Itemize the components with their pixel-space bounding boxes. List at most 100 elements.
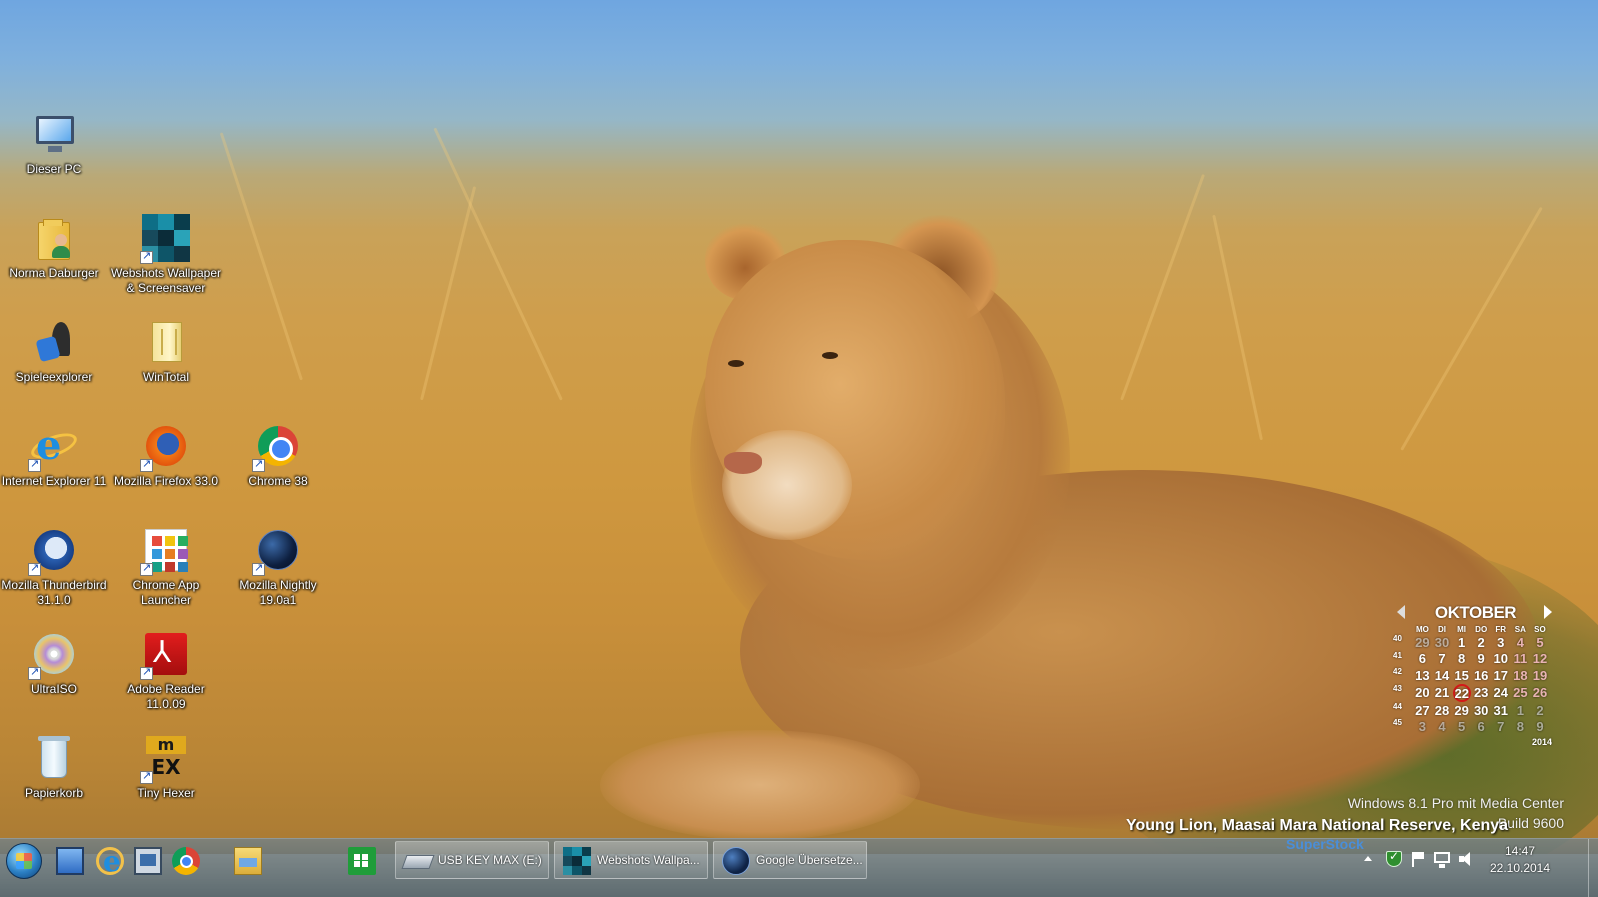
lion-eye [728, 360, 744, 367]
icon-label: WinTotal [142, 370, 189, 384]
calendar-day[interactable]: 5 [1530, 634, 1550, 651]
icon-label: Dieser PC [26, 162, 82, 176]
desktop-icon-webshots[interactable]: Webshots Wallpaper & Screensaver [110, 214, 222, 296]
calendar-day[interactable]: 18 [1511, 667, 1531, 684]
show-desktop-button[interactable] [1588, 839, 1598, 897]
weekday-label: MO [1415, 624, 1429, 634]
calendar-day[interactable]: 12 [1530, 651, 1550, 668]
icon-label: Mozilla Thunderbird 31.1.0 [1, 578, 107, 607]
taskbar-pin-multi-screen[interactable] [128, 843, 166, 879]
calendar-day[interactable]: 3 [1413, 718, 1433, 735]
previous-month-arrow-icon[interactable] [1397, 605, 1405, 619]
calendar-day[interactable]: 2 [1471, 634, 1491, 651]
calendar-day[interactable]: 7 [1432, 651, 1452, 668]
calendar-day-today[interactable]: 22 [1452, 683, 1472, 702]
calendar-day[interactable]: 30 [1471, 702, 1491, 719]
desktop-icon-norma-daburger[interactable]: Norma Daburger [0, 214, 110, 281]
windows-store-icon [348, 847, 376, 875]
calendar-day[interactable]: 4 [1511, 634, 1531, 651]
calendar-day[interactable]: 9 [1530, 718, 1550, 735]
calendar-day[interactable]: 3 [1491, 634, 1511, 651]
calendar-day[interactable]: 8 [1511, 718, 1531, 735]
desktop-icon-internet-explorer[interactable]: e Internet Explorer 11 [0, 422, 110, 489]
lion-muzzle [722, 430, 852, 540]
system-clock[interactable]: 14:47 22.10.2014 [1486, 843, 1554, 877]
calendar-day[interactable]: 28 [1432, 702, 1452, 719]
calendar-day[interactable]: 2 [1530, 702, 1550, 719]
calendar-day[interactable]: 13 [1413, 667, 1433, 684]
desktop-icon-papierkorb[interactable]: Papierkorb [0, 734, 110, 801]
calendar-day[interactable]: 6 [1471, 718, 1491, 735]
taskbar-task-google-translate[interactable]: Google Übersetze... [713, 841, 867, 879]
icon-label: Adobe Reader 11.0.09 [127, 682, 205, 711]
grass-decoration [1212, 214, 1263, 441]
security-shield-icon[interactable] [1386, 849, 1402, 867]
calendar-day[interactable]: 26 [1530, 684, 1550, 702]
calendar-day[interactable]: 4 [1432, 718, 1452, 735]
shortcut-arrow-icon [140, 249, 153, 264]
wintotal-icon [142, 318, 190, 366]
shortcut-arrow-icon [140, 665, 153, 680]
volume-icon[interactable] [1458, 851, 1474, 867]
calendar-day[interactable]: 7 [1491, 718, 1511, 735]
calendar-day[interactable]: 25 [1511, 684, 1531, 702]
desktop-icon-adobe-reader[interactable]: Adobe Reader 11.0.09 [110, 630, 222, 712]
calendar-day[interactable]: 6 [1413, 651, 1433, 668]
show-hidden-icons-arrow-icon[interactable] [1364, 856, 1372, 861]
calendar-day[interactable]: 20 [1413, 684, 1433, 702]
calendar-day[interactable]: 5 [1452, 718, 1472, 735]
calendar-week: 42 13 14 15 16 17 18 19 [1393, 667, 1550, 684]
desktop-icon-wintotal[interactable]: WinTotal [110, 318, 222, 385]
calendar-day[interactable]: 19 [1530, 667, 1550, 684]
calendar-day[interactable]: 31 [1491, 702, 1511, 719]
icon-label: Mozilla Nightly 19.0a1 [239, 578, 317, 607]
taskbar-pin-windows-store[interactable] [342, 843, 380, 879]
calendar-day[interactable]: 29 [1452, 702, 1472, 719]
next-month-arrow-icon[interactable] [1544, 605, 1552, 619]
calendar-day[interactable]: 29 [1413, 634, 1433, 651]
calendar-grid: MO DI MI DO FR SA SO 40 29 30 1 2 3 4 5 … [1393, 624, 1550, 735]
desktop-icon-firefox[interactable]: Mozilla Firefox 33.0 [110, 422, 222, 489]
calendar-day[interactable]: 15 [1452, 667, 1472, 684]
computer-icon [30, 110, 78, 158]
calendar-day[interactable]: 16 [1471, 667, 1491, 684]
desktop-icon-spieleexplorer[interactable]: Spieleexplorer [0, 318, 110, 385]
calendar-day[interactable]: 1 [1511, 702, 1531, 719]
desktop-icon-chrome[interactable]: Chrome 38 [222, 422, 334, 489]
desktop-icon-dieser-pc[interactable]: Dieser PC [0, 110, 110, 177]
calendar-day[interactable]: 21 [1432, 684, 1452, 702]
windows-edition: Windows 8.1 Pro mit Media Center [1347, 795, 1564, 811]
calendar-day[interactable]: 11 [1511, 651, 1531, 668]
calendar-day[interactable]: 23 [1471, 684, 1491, 702]
shortcut-arrow-icon [252, 457, 265, 472]
chrome-app-launcher-icon [140, 526, 190, 576]
calendar-day[interactable]: 14 [1432, 667, 1452, 684]
network-icon[interactable] [1434, 852, 1450, 868]
calendar-day[interactable]: 8 [1452, 651, 1472, 668]
calendar-day[interactable]: 24 [1491, 684, 1511, 702]
desktop-icon-mozilla-nightly[interactable]: Mozilla Nightly 19.0a1 [222, 526, 334, 608]
desktop-icon-ultraiso[interactable]: UltraISO [0, 630, 110, 697]
taskbar-task-usb-drive[interactable]: USB KEY MAX (E:) [395, 841, 549, 879]
calendar-day[interactable]: 17 [1491, 667, 1511, 684]
desktop-icon-chrome-app-launcher[interactable]: Chrome App Launcher [110, 526, 222, 608]
start-button[interactable] [6, 843, 42, 879]
taskbar-pin-chrome[interactable] [166, 843, 204, 879]
wallpaper-credit: SuperStock [1286, 836, 1364, 852]
games-explorer-icon [30, 318, 78, 366]
calendar-day[interactable]: 10 [1491, 651, 1511, 668]
calendar-day[interactable]: 9 [1471, 651, 1491, 668]
today-ring: 22 [1452, 683, 1471, 702]
taskbar-task-webshots[interactable]: Webshots Wallpa... [554, 841, 708, 879]
desktop-icon-thunderbird[interactable]: Mozilla Thunderbird 31.1.0 [0, 526, 110, 608]
calendar-day[interactable]: 27 [1413, 702, 1433, 719]
taskbar-pin-desktop[interactable] [50, 843, 88, 879]
desktop-icon-tiny-hexer[interactable]: mEX Tiny Hexer [110, 734, 222, 801]
taskbar-pin-file-explorer[interactable] [228, 843, 266, 879]
taskbar-pin-internet-explorer[interactable] [90, 842, 128, 882]
calendar-month: OKTOBER [1434, 603, 1517, 622]
calendar-day[interactable]: 30 [1432, 634, 1452, 651]
action-center-flag-icon[interactable] [1410, 851, 1426, 867]
calendar-day[interactable]: 1 [1452, 634, 1472, 651]
task-label: Google Übersetze... [756, 853, 863, 867]
